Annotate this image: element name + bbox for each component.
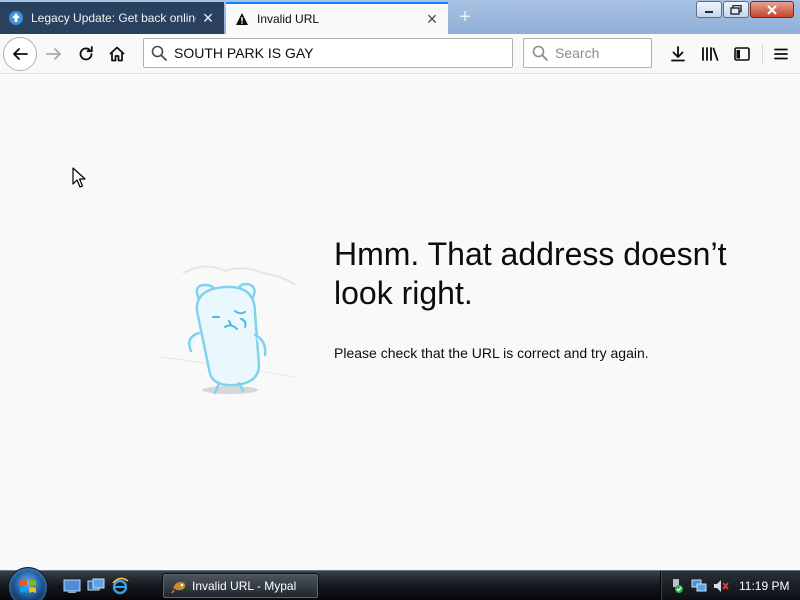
forward-arrow-icon (46, 48, 61, 60)
close-tab-icon[interactable]: × (424, 10, 440, 28)
search-input[interactable] (555, 45, 651, 61)
windows-taskbar: Invalid URL - Mypal 11:19 PM (0, 567, 800, 600)
error-page: Hmm. That address doesn’t look right. Pl… (0, 75, 800, 570)
search-icon (151, 45, 167, 61)
internet-explorer-icon[interactable] (110, 576, 130, 596)
show-desktop-icon[interactable] (62, 576, 82, 596)
reload-icon (79, 46, 93, 61)
window-caption-buttons (696, 1, 794, 18)
system-clock[interactable]: 11:19 PM (739, 579, 789, 593)
error-description: Please check that the URL is correct and… (334, 345, 649, 361)
switch-windows-icon[interactable] (86, 576, 106, 596)
tab-title: Invalid URL (257, 12, 320, 26)
url-input[interactable] (174, 45, 512, 61)
quick-launch (62, 576, 130, 596)
start-button[interactable] (8, 567, 48, 600)
close-window-button[interactable] (750, 1, 794, 18)
back-arrow-icon (13, 48, 28, 60)
error-title: Hmm. That address doesn’t look right. (334, 236, 727, 311)
home-icon (109, 46, 125, 62)
address-bar[interactable] (143, 38, 513, 68)
warning-triangle-icon (234, 11, 250, 27)
system-tray: 11:19 PM (660, 571, 800, 600)
navigation-toolbar (0, 34, 800, 74)
tab-legacy-update[interactable]: Legacy Update: Get back online × (0, 2, 224, 34)
search-icon (532, 45, 548, 61)
tab-invalid-url[interactable]: Invalid URL × (226, 2, 448, 34)
sidebar-icon (734, 47, 750, 61)
reload-button[interactable] (70, 38, 102, 70)
forward-button[interactable] (38, 38, 70, 70)
windows-logo-icon (20, 580, 36, 593)
close-tab-icon[interactable]: × (200, 9, 216, 27)
minimize-button[interactable] (696, 1, 722, 18)
volume-muted-icon[interactable] (713, 578, 729, 594)
maximize-button[interactable] (723, 1, 749, 18)
open-menu-button[interactable] (765, 38, 797, 70)
tab-strip: Legacy Update: Get back online × Invalid… (0, 0, 800, 34)
new-tab-plus-icon[interactable]: + (451, 3, 479, 31)
library-icon (702, 47, 719, 61)
taskbar-button-mypal[interactable]: Invalid URL - Mypal (162, 573, 319, 599)
toolbar-separator (762, 44, 763, 64)
mouse-pointer-icon (72, 167, 86, 188)
legacy-update-favicon-icon (8, 10, 24, 26)
home-button[interactable] (101, 38, 133, 70)
search-bar[interactable] (523, 38, 652, 68)
sidebar-toggle-button[interactable] (726, 38, 758, 70)
network-icon[interactable] (691, 578, 707, 594)
hamburger-menu-icon (774, 48, 788, 60)
library-button[interactable] (694, 38, 726, 70)
mypal-app-icon (171, 581, 186, 594)
safely-remove-hardware-icon[interactable] (669, 578, 685, 594)
back-button[interactable] (3, 37, 37, 71)
download-arrow-icon (671, 46, 685, 62)
tab-title: Legacy Update: Get back online (31, 11, 196, 25)
sad-hamster-illustration (159, 265, 296, 395)
taskbar-button-label: Invalid URL - Mypal (192, 579, 297, 593)
downloads-button[interactable] (662, 38, 694, 70)
browser-window: Legacy Update: Get back online × Invalid… (0, 0, 800, 600)
